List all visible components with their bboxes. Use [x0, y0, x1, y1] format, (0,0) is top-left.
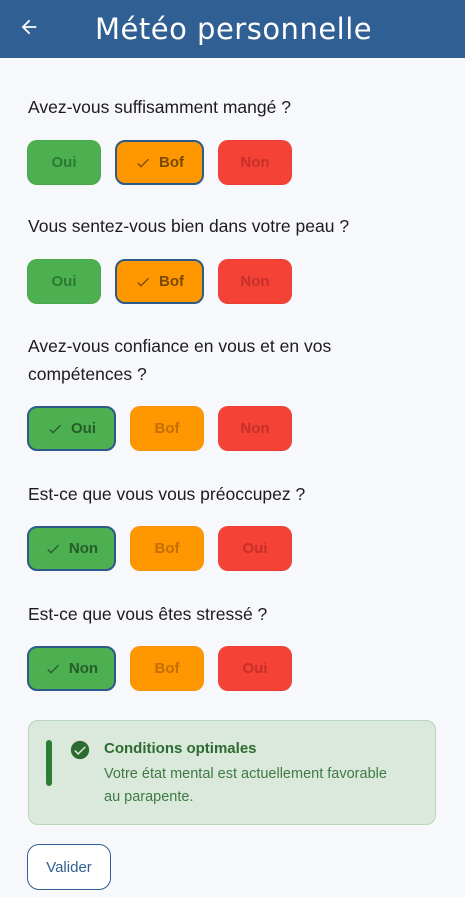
q5-option-oui[interactable]: Oui [218, 646, 292, 691]
q3-option-oui-label: Oui [71, 420, 96, 437]
q4-option-non[interactable]: Non [27, 526, 116, 571]
check-circle-icon [69, 739, 91, 766]
check-icon [45, 541, 61, 557]
question-5-options: Non Bof Oui [27, 646, 292, 691]
q3-option-non-label: Non [240, 420, 270, 437]
q1-option-bof-label: Bof [159, 154, 184, 171]
q4-option-non-label: Non [68, 540, 99, 557]
check-icon [47, 421, 63, 437]
validate-button[interactable]: Valider [27, 844, 111, 890]
q4-option-bof[interactable]: Bof [130, 526, 204, 571]
question-3-label: Avez-vous confiance en vous et en vos co… [28, 336, 332, 384]
q2-option-bof[interactable]: Bof [115, 259, 204, 304]
result-description: Votre état mental est actuellement favor… [104, 766, 387, 805]
app-frame: Météo personnelle Avez-vous suffisamment… [0, 0, 465, 897]
check-icon [135, 274, 151, 290]
q5-option-bof-label: Bof [154, 660, 180, 677]
check-icon [45, 661, 61, 677]
question-1-options: Oui Bof Non [27, 140, 292, 185]
q2-option-non-label: Non [240, 273, 270, 290]
check-icon [135, 155, 151, 171]
q1-option-oui-label: Oui [51, 154, 77, 171]
question-2-label: Vous sentez-vous bien dans votre peau ? [28, 216, 350, 236]
page-title: Météo personnelle [95, 12, 373, 46]
q2-option-bof-label: Bof [159, 273, 184, 290]
q4-option-bof-label: Bof [154, 540, 180, 557]
result-accent-bar [46, 740, 52, 786]
q5-option-non[interactable]: Non [27, 646, 116, 691]
q3-option-bof-label: Bof [154, 420, 180, 437]
q3-option-bof[interactable]: Bof [130, 406, 204, 451]
q3-option-oui[interactable]: Oui [27, 406, 116, 451]
q4-option-oui[interactable]: Oui [218, 526, 292, 571]
back-button[interactable] [0, 0, 58, 58]
q1-option-non-label: Non [240, 154, 270, 171]
result-card: Conditions optimales Votre état mental e… [28, 720, 436, 825]
q3-option-non[interactable]: Non [218, 406, 292, 451]
app-bar: Météo personnelle [0, 0, 465, 58]
q2-option-non[interactable]: Non [218, 259, 292, 304]
back-arrow-icon [18, 16, 40, 43]
q5-option-bof[interactable]: Bof [130, 646, 204, 691]
question-4-label: Est-ce que vous vous préoccupez ? [28, 484, 306, 504]
q2-option-oui-label: Oui [51, 273, 77, 290]
question-3-options: Oui Bof Non [27, 406, 292, 451]
q1-option-non[interactable]: Non [218, 140, 292, 185]
question-1-label: Avez-vous suffisamment mangé ? [28, 97, 291, 117]
q1-option-oui[interactable]: Oui [27, 140, 101, 185]
q1-option-bof[interactable]: Bof [115, 140, 204, 185]
q5-option-non-label: Non [68, 660, 99, 677]
q2-option-oui[interactable]: Oui [27, 259, 101, 304]
q4-option-oui-label: Oui [242, 540, 268, 557]
question-4-options: Non Bof Oui [27, 526, 292, 571]
question-2-options: Oui Bof Non [27, 259, 292, 304]
result-title: Conditions optimales [104, 740, 257, 757]
question-5-label: Est-ce que vous êtes stressé ? [28, 604, 268, 624]
q5-option-oui-label: Oui [242, 660, 268, 677]
